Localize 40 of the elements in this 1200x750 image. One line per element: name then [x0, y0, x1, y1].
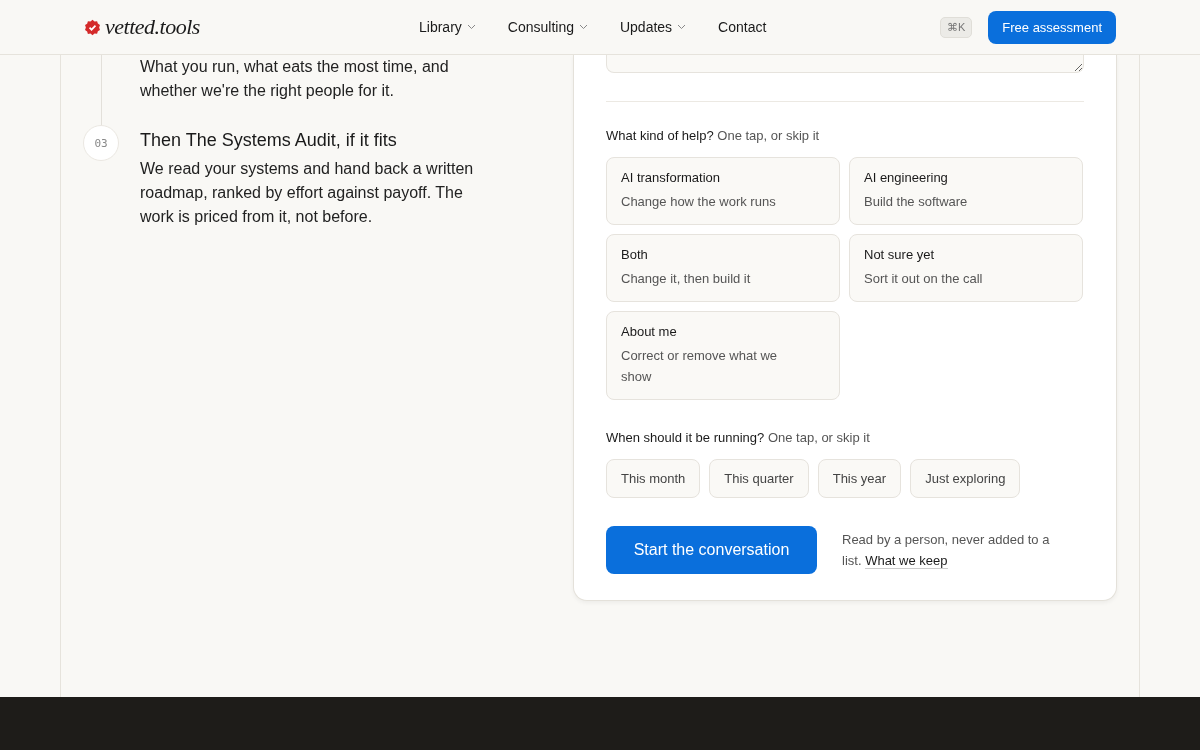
timing-chip[interactable]: This quarter [709, 459, 809, 498]
message-field[interactable] [606, 55, 1084, 73]
submit-button[interactable]: Start the conversation [606, 526, 817, 574]
step-text: What you run, what eats the most time, and whether we're the right people for it. [140, 57, 450, 101]
privacy-link[interactable]: What we keep [865, 553, 948, 569]
step-number: 03 [83, 125, 119, 161]
option-title: About me [621, 324, 678, 339]
help-option[interactable]: Both Change it, then build it [606, 234, 840, 302]
step-title: Then The Systems Audit, if it fits [140, 129, 398, 152]
help-option[interactable]: Not sure yet Sort it out on the call [849, 234, 1083, 302]
step-text: We read your systems and hand back a written roadmap, ranked by effort against payoff. The work is priced from it, not before. [140, 159, 475, 227]
nav-link[interactable]: Library [419, 19, 476, 35]
help-option[interactable]: AI transformation Change how the work runs [606, 157, 840, 225]
timing-chip[interactable]: This month [606, 459, 701, 498]
nav-link[interactable]: Consulting [507, 19, 588, 35]
chevron-down-icon [578, 24, 588, 30]
option-subtitle: Build the software [864, 193, 969, 211]
timing-label: When should it be running? One tap, or skip it [606, 430, 871, 445]
free-assessment-button[interactable]: Free assessment [988, 10, 1116, 44]
shortcut-key[interactable]: ⌘K [939, 16, 973, 38]
option-subtitle: Change it, then build it [621, 270, 752, 288]
logo-text[interactable]: vetted.tools [105, 14, 200, 40]
nav-link[interactable]: Updates [619, 19, 687, 35]
badge-check-icon [84, 18, 101, 36]
option-title: Both [621, 247, 649, 262]
option-title: AI engineering [864, 170, 949, 185]
chevron-down-icon [466, 24, 476, 30]
option-title: Not sure yet [864, 247, 936, 262]
option-title: AI transformation [621, 170, 721, 185]
nav-link[interactable]: Contact [718, 19, 767, 35]
help-label: What kind of help? One tap, or skip it [606, 128, 821, 143]
help-option[interactable]: AI engineering Build the software [849, 157, 1083, 225]
option-subtitle: Correct or remove what we show [621, 347, 779, 386]
timing-chip[interactable]: Just exploring [910, 459, 1021, 498]
privacy-note: Read by a person, never added to a list. What we keep [842, 531, 1051, 571]
timing-chip[interactable]: This year [817, 459, 902, 498]
option-subtitle: Change how the work runs [621, 193, 777, 211]
chevron-down-icon [677, 24, 687, 30]
help-option[interactable]: About me Correct or remove what we show [606, 311, 840, 400]
option-subtitle: Sort it out on the call [864, 270, 984, 288]
